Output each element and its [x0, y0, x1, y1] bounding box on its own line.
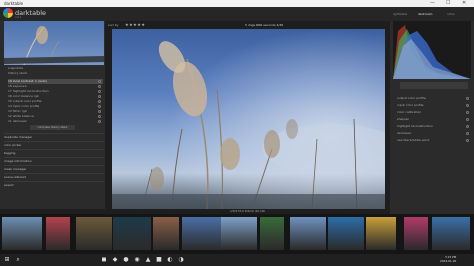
module-tagging[interactable]: tagging	[4, 149, 104, 155]
window-title: darktable	[4, 1, 24, 6]
maximize-button[interactable]: ☐	[446, 0, 450, 7]
taskbar-app-icon[interactable]: ▲	[144, 256, 152, 264]
module-power-icon[interactable]	[466, 103, 469, 107]
filmstrip-thumbnail[interactable]	[153, 217, 179, 250]
os-taskbar	[0, 254, 474, 266]
history-item-icon	[98, 120, 101, 123]
module-power-icon[interactable]	[466, 96, 469, 100]
filmstrip-thumbnail[interactable]	[46, 217, 70, 250]
right-module-color-calibration[interactable]: color calibration	[397, 109, 471, 115]
right-module-demosaic[interactable]: demosaic	[397, 130, 471, 136]
view-tab-other[interactable]: other	[447, 12, 455, 16]
filmstrip-thumbnail[interactable]	[366, 217, 396, 250]
rating-stars[interactable]: ★★★★★	[125, 22, 145, 27]
history-item-icon	[98, 100, 101, 103]
module-power-icon[interactable]	[466, 124, 469, 128]
module-quick-access-bar[interactable]	[400, 82, 468, 89]
taskbar-app-icon[interactable]: ◑	[177, 256, 185, 264]
compress-history-button[interactable]: compress history stack	[30, 125, 75, 130]
darktable-logo-icon	[3, 8, 13, 18]
filmstrip-thumbnail[interactable]	[260, 217, 284, 250]
view-tab-lighttable[interactable]: lighttable	[393, 12, 407, 16]
close-button[interactable]: ✕	[462, 0, 466, 7]
search-icon[interactable]: ⌕	[14, 256, 22, 264]
filmstrip-thumbnail[interactable]	[221, 217, 257, 250]
module-export[interactable]: export	[4, 181, 104, 187]
module-power-icon[interactable]	[466, 117, 469, 121]
filmstrip-thumbnail[interactable]	[328, 217, 364, 250]
module-image-information[interactable]: image information	[4, 157, 104, 163]
view-tab-darkroom[interactable]: darkroom	[418, 12, 432, 16]
right-module-highlight-reconstruction[interactable]: highlight reconstruction	[397, 123, 471, 129]
right-module-output-color-profile[interactable]: output color profile	[397, 95, 471, 101]
history-item[interactable]: 11 demosaic	[8, 119, 103, 124]
history-item-icon	[98, 80, 101, 83]
history-item-icon	[98, 110, 101, 113]
module-mask-manager[interactable]: mask manager	[4, 165, 104, 171]
taskbar-app-icon[interactable]: ●	[122, 256, 130, 264]
history-item-icon	[98, 85, 101, 88]
system-clock[interactable]: 3:15 PM 2024-01-20	[440, 255, 456, 263]
history-item-icon	[98, 95, 101, 98]
module-group-history[interactable]: history stack	[8, 71, 103, 76]
right-module-input-color-profile[interactable]: input color profile	[397, 102, 471, 108]
right-module-sharpen[interactable]: sharpen	[397, 116, 471, 122]
sort-label[interactable]: sort by	[108, 23, 118, 27]
filmstrip-thumbnail[interactable]	[113, 217, 151, 250]
taskbar-app-icon[interactable]: ■	[155, 256, 163, 264]
filmstrip-thumbnail[interactable]	[182, 217, 222, 250]
filmstrip-thumbnail[interactable]	[2, 217, 42, 250]
app-version: 4.6.0	[15, 16, 22, 19]
taskbar-app-icon[interactable]: ◼	[100, 256, 108, 264]
window-title-bar: darktable — ☐ ✕	[0, 0, 474, 7]
module-power-icon[interactable]	[466, 138, 469, 142]
history-item-icon	[98, 105, 101, 108]
module-power-icon[interactable]	[466, 131, 469, 135]
filmstrip-thumbnail[interactable]	[432, 217, 470, 250]
minimize-button[interactable]: —	[430, 0, 435, 7]
image-filename: 5 imgs RRR seconds 4/36	[245, 23, 284, 27]
history-item-icon	[98, 115, 101, 118]
filmstrip-thumbnail[interactable]	[404, 217, 428, 250]
windows-start-icon[interactable]: ⊞	[3, 256, 11, 264]
histogram[interactable]	[393, 21, 471, 79]
right-module-raw-black-white-point[interactable]: raw black/white point	[397, 137, 471, 143]
module-duplicate-manager[interactable]: duplicate manager	[4, 133, 104, 139]
main-image[interactable]	[112, 29, 385, 209]
navigation-preview[interactable]	[4, 21, 104, 65]
taskbar-app-icon[interactable]: ◆	[111, 256, 119, 264]
history-item-icon	[98, 90, 101, 93]
taskbar-app-icon[interactable]: ◐	[166, 256, 174, 264]
filmstrip-thumbnail[interactable]	[290, 217, 326, 250]
module-scene-referred[interactable]: scene-referred	[4, 173, 104, 179]
module-color-picker[interactable]: color picker	[4, 141, 104, 147]
filmstrip-thumbnail[interactable]	[76, 217, 112, 250]
module-power-icon[interactable]	[466, 110, 469, 114]
taskbar-app-icon[interactable]: ◉	[133, 256, 141, 264]
